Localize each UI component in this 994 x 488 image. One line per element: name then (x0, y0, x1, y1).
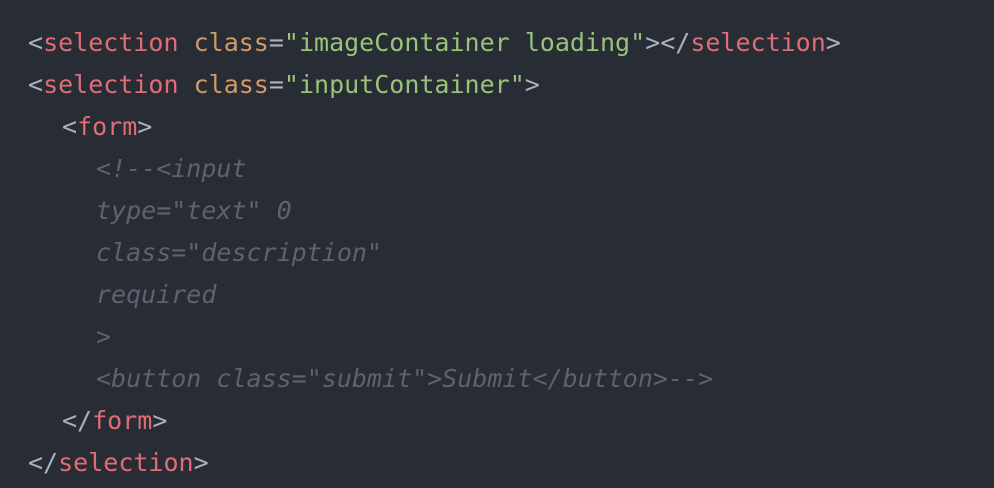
tag-name: form (77, 112, 138, 141)
attribute-value: "inputContainer" (283, 70, 525, 99)
code-line-7-comment: required (96, 280, 217, 309)
attribute-name: class (193, 70, 269, 99)
tag-open-bracket: </ (62, 406, 93, 435)
code-line-4-comment: <!--<input (96, 154, 247, 183)
tag-end-bracket: > (524, 70, 540, 99)
tag-open-bracket: < (28, 28, 44, 57)
attribute-name: class (193, 28, 269, 57)
tag-end-bracket: > (193, 448, 209, 477)
tag-name: selection (43, 70, 179, 99)
code-line-11: </selection> (28, 442, 994, 484)
code-line-10: </form> (28, 400, 994, 442)
code-line-6-comment: class="description" (96, 238, 382, 267)
code-line-9-comment: <button class="submit">Submit</button>--… (96, 364, 714, 393)
tag-name: form (92, 406, 153, 435)
tag-end-bracket: > (137, 112, 153, 141)
tag-name: selection (58, 448, 194, 477)
equals-sign: = (268, 28, 284, 57)
closing-tag-name: selection (690, 28, 826, 57)
code-editor[interactable]: <selection class="imageContainer loading… (0, 0, 994, 488)
code-line-5-comment: type="text" 0 (96, 196, 292, 225)
attribute-value: "imageContainer loading" (283, 28, 646, 57)
tag-open-bracket: </ (28, 448, 59, 477)
tag-end-bracket: > (152, 406, 168, 435)
tag-name: selection (43, 28, 179, 57)
tag-close-open-bracket: ></ (645, 28, 691, 57)
tag-open-bracket: < (62, 112, 78, 141)
code-line-3: <form> (28, 106, 994, 148)
code-line-2: <selection class="inputContainer"> (28, 64, 994, 106)
tag-end-bracket: > (825, 28, 841, 57)
code-line-8-comment: > (96, 322, 112, 351)
code-line-1: <selection class="imageContainer loading… (28, 22, 994, 64)
equals-sign: = (268, 70, 284, 99)
tag-open-bracket: < (28, 70, 44, 99)
